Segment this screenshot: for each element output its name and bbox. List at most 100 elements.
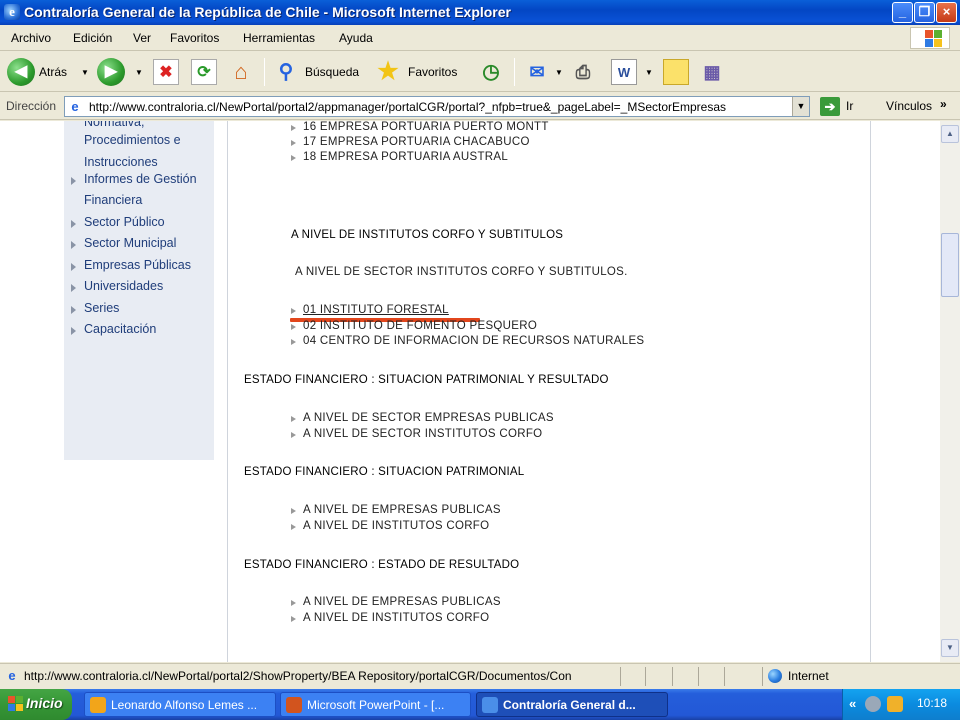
sidebar-item-series[interactable]: Series [84, 301, 119, 315]
favorites-star-icon[interactable]: ★ [375, 59, 401, 85]
bullet-icon [71, 306, 76, 314]
task-label[interactable]: Microsoft PowerPoint - [... [307, 698, 468, 712]
vertical-scrollbar[interactable]: ▲ ▼ [940, 121, 960, 662]
links-label[interactable]: Vínculos [886, 99, 932, 113]
task-messenger[interactable]: Leonardo Alfonso Lemes ... [84, 692, 276, 717]
mail-icon[interactable]: ✉ [524, 59, 550, 85]
section-heading: ESTADO FINANCIERO : ESTADO DE RESULTADO [244, 559, 520, 571]
start-button[interactable]: Inicio [0, 689, 72, 720]
instituto-item[interactable]: 02 INSTITUTO DE FOMENTO PESQUERO [303, 320, 537, 332]
sidebar-item-universidades[interactable]: Universidades [84, 279, 163, 293]
bullet-icon [71, 263, 76, 271]
status-divider [698, 667, 699, 686]
sidebar-item-sector-municipal[interactable]: Sector Municipal [84, 236, 176, 250]
sidebar-item-capacitacion[interactable]: Capacitación [84, 322, 156, 336]
sidebar-item-instrucciones[interactable]: Instrucciones [84, 155, 158, 169]
back-dropdown-icon[interactable]: ▼ [81, 68, 89, 77]
instituto-item[interactable]: 04 CENTRO DE INFORMACION DE RECURSOS NAT… [303, 335, 644, 347]
bullet-icon [291, 155, 296, 161]
sidebar-item-empresas-publicas[interactable]: Empresas Públicas [84, 258, 191, 272]
search-icon[interactable]: ⚲ [273, 59, 299, 85]
discuss-note-icon[interactable] [663, 59, 689, 85]
address-label: Dirección [6, 99, 57, 113]
history-icon[interactable]: ◷ [478, 59, 504, 85]
bullet-icon [291, 616, 296, 622]
ie-task-icon [482, 697, 498, 713]
tray-expand-icon[interactable]: « [849, 696, 856, 711]
main-content [229, 121, 870, 662]
port-item[interactable]: 18 EMPRESA PORTUARIA AUSTRAL [303, 151, 508, 163]
mail-dropdown-icon[interactable]: ▼ [555, 68, 563, 77]
start-label[interactable]: Inicio [26, 695, 63, 711]
scroll-up-icon[interactable]: ▲ [941, 125, 959, 143]
network-icon[interactable] [865, 696, 881, 712]
section-link[interactable]: A NIVEL DE SECTOR EMPRESAS PUBLICAS [303, 412, 554, 424]
ie-logo-icon: e [4, 4, 20, 20]
close-button[interactable]: × [936, 2, 957, 23]
toolbar-separator [264, 58, 265, 86]
print-icon[interactable]: ⎙ [570, 59, 596, 85]
section-link[interactable]: A NIVEL DE SECTOR INSTITUTOS CORFO [303, 428, 542, 440]
menu-herramientas[interactable]: Herramientas [243, 31, 315, 45]
powerpoint-icon [286, 697, 302, 713]
address-input[interactable]: e http://www.contraloria.cl/NewPortal/po… [64, 96, 810, 117]
section-link[interactable]: A NIVEL DE INSTITUTOS CORFO [303, 520, 489, 532]
go-arrow-icon[interactable]: ➔ [820, 97, 840, 116]
minimize-button[interactable]: _ [892, 2, 913, 23]
search-button-label[interactable]: Búsqueda [305, 65, 359, 79]
address-dropdown-icon[interactable]: ▼ [792, 97, 809, 116]
instituto-forestal-link[interactable]: 01 INSTITUTO FORESTAL [303, 304, 449, 316]
system-tray: « 10:18 [842, 689, 960, 720]
sidebar-item-informes[interactable]: Informes de Gestión [84, 172, 197, 186]
menu-edicion[interactable]: Edición [73, 31, 112, 45]
forward-dropdown-icon[interactable]: ▼ [135, 68, 143, 77]
go-button[interactable]: Ir [846, 99, 853, 113]
toolbar-separator [514, 58, 515, 86]
standard-toolbar: ◀ Atrás ▼ ▶ ▼ ✖ ⟳ ⌂ ⚲ Búsqueda ★ Favorit… [0, 52, 960, 92]
back-arrow-icon[interactable]: ◀ [7, 58, 35, 86]
section-link[interactable]: A NIVEL DE INSTITUTOS CORFO [303, 612, 489, 624]
back-button-label[interactable]: Atrás [39, 65, 67, 79]
institutos-subheading: A NIVEL DE SECTOR INSTITUTOS CORFO Y SUB… [295, 266, 628, 278]
section-link[interactable]: A NIVEL DE EMPRESAS PUBLICAS [303, 504, 501, 516]
port-item[interactable]: 17 EMPRESA PORTUARIA CHACABUCO [303, 136, 530, 148]
bullet-icon [71, 284, 76, 292]
menu-ver[interactable]: Ver [133, 31, 151, 45]
sidebar-item-sector-publico[interactable]: Sector Público [84, 215, 165, 229]
sidebar-item-financiera[interactable]: Financiera [84, 193, 142, 207]
scroll-down-icon[interactable]: ▼ [941, 639, 959, 657]
menu-archivo[interactable]: Archivo [11, 31, 51, 45]
scroll-thumb[interactable] [941, 233, 959, 297]
edit-word-icon[interactable]: W [611, 59, 637, 85]
forward-arrow-icon[interactable]: ▶ [97, 58, 125, 86]
sidebar-item-procedimientos[interactable]: Procedimientos e [84, 133, 181, 147]
stop-icon[interactable]: ✖ [153, 59, 179, 85]
menu-ayuda[interactable]: Ayuda [339, 31, 373, 45]
address-url[interactable]: http://www.contraloria.cl/NewPortal/port… [89, 100, 789, 114]
task-powerpoint[interactable]: Microsoft PowerPoint - [... [280, 692, 471, 717]
task-ie[interactable]: Contraloría General d... [476, 692, 668, 717]
clock[interactable]: 10:18 [917, 696, 947, 710]
status-divider [672, 667, 673, 686]
refresh-icon[interactable]: ⟳ [191, 59, 217, 85]
edit-dropdown-icon[interactable]: ▼ [645, 68, 653, 77]
maximize-button[interactable]: ❐ [914, 2, 935, 23]
menu-favoritos[interactable]: Favoritos [170, 31, 219, 45]
favorites-button-label[interactable]: Favoritos [408, 65, 457, 79]
security-shield-icon[interactable] [887, 696, 903, 712]
section-heading: ESTADO FINANCIERO : SITUACION PATRIMONIA… [244, 374, 609, 386]
task-label[interactable]: Leonardo Alfonso Lemes ... [111, 698, 273, 712]
title-bar[interactable]: e Contraloría General de la República de… [0, 0, 960, 25]
windows-flag-icon [8, 696, 24, 712]
links-chevron-icon[interactable]: » [940, 97, 947, 111]
home-icon[interactable]: ⌂ [228, 59, 254, 85]
section-link[interactable]: A NIVEL DE EMPRESAS PUBLICAS [303, 596, 501, 608]
sidebar-item-normativa[interactable]: Normativa, [84, 121, 144, 129]
bullet-icon [291, 600, 296, 606]
port-item[interactable]: 16 EMPRESA PORTUARIA PUERTO MONTT [303, 121, 549, 133]
task-label[interactable]: Contraloría General d... [503, 698, 665, 712]
bullet-icon [291, 339, 296, 345]
research-icon[interactable]: ▦ [699, 59, 725, 85]
page-icon: e [8, 668, 16, 683]
bullet-icon [291, 508, 296, 514]
